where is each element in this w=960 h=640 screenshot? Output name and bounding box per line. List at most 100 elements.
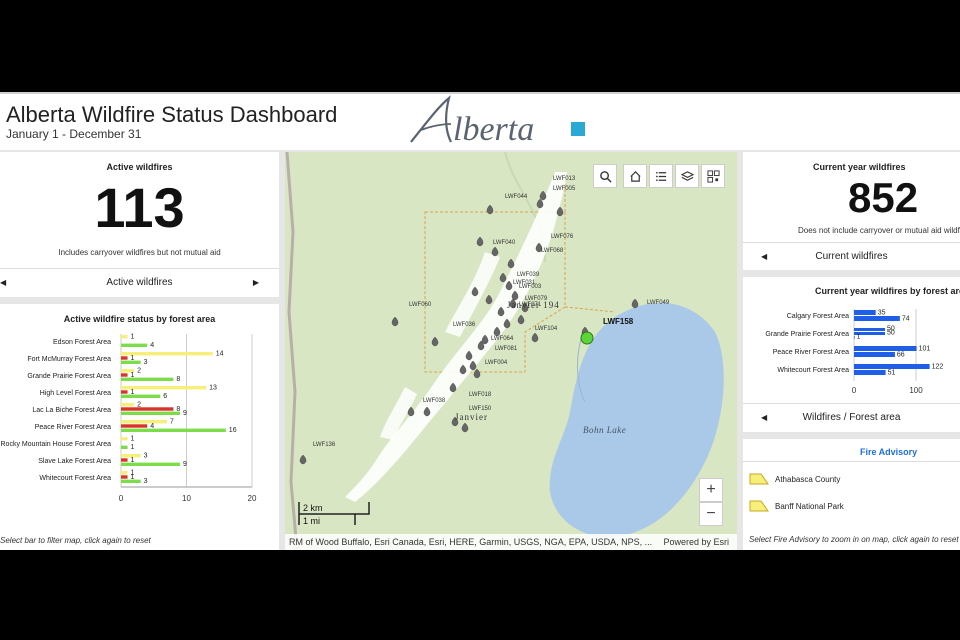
dashboard-header: Alberta Wildfire Status Dashboard Januar… [0,92,960,150]
bar[interactable] [121,373,128,377]
prev-arrow-icon[interactable]: ◀ [761,243,767,270]
bar-value-label: 13 [209,385,217,392]
qr-code-button[interactable] [701,164,725,188]
bar[interactable] [854,370,886,375]
powered-by-esri[interactable]: Powered by Esri [663,534,729,550]
prev-arrow-icon[interactable]: ◀ [0,269,6,297]
bar[interactable] [121,479,141,483]
active-wildfires-nav-label: Active wildfires [106,277,173,288]
bar[interactable] [121,458,128,462]
fire-advisory-footnote: Select Fire Advisory to zoom in on map, … [749,535,960,544]
status-chart[interactable]: 0 10 20Edson Forest Area14Fort McMurray Fo… [0,324,279,534]
bar[interactable] [121,420,167,424]
zoom-in-button[interactable]: + [699,478,723,502]
x-tick-label: 0 [119,494,124,503]
bar[interactable] [121,390,128,394]
fire-label: LWF040 [493,240,516,246]
bar-value-label: 1 [131,334,135,341]
bar[interactable] [121,343,148,347]
category-label: High Level Forest Area [40,390,111,397]
fire-label: LWF039 [517,272,540,278]
svg-text:lberta: lberta [453,111,534,148]
bar[interactable] [121,428,226,432]
current-wildfires-nav[interactable]: ◀ Current wildfires [743,242,960,270]
bar[interactable] [854,352,895,357]
fire-label: LWF018 [469,392,492,398]
category-label: Whitecourt Forest Area [39,475,111,482]
bar-value-label: 74 [902,316,910,323]
scale-mi-label: 1 mi [303,516,320,526]
category-label: Lac La Biche Forest Area [32,407,111,414]
bar[interactable] [121,424,148,428]
category-label: Calgary Forest Area [787,313,849,320]
bar[interactable] [121,471,128,475]
bar[interactable] [854,364,930,369]
fire-label: LWF049 [647,300,670,306]
category-label: Edson Forest Area [53,339,111,346]
bar[interactable] [854,346,917,351]
bar[interactable] [121,377,174,381]
advisory-item-banff-national-park[interactable]: Banff National Park [749,496,844,516]
zoom-out-button[interactable]: − [699,502,723,526]
advisory-item-label: Athabasca County [775,474,841,484]
bar-value-label: 1 [131,444,135,451]
fire-label: LWF036 [453,322,476,328]
active-wildfires-count: 113 [94,176,185,239]
legend-button[interactable] [649,164,673,188]
bar[interactable] [121,352,213,356]
bar[interactable] [121,462,180,466]
fire-label: LWF136 [313,442,336,448]
home-button[interactable] [623,164,647,188]
wildfire-map[interactable]: LWF013 LWF005 LWF044 LWF076 LWF040 LWF068 LWF0… [285,152,737,550]
prev-arrow-icon[interactable]: ◀ [761,404,767,432]
category-label: Rocky Mountain House Forest Area [1,441,112,448]
bar[interactable] [854,336,855,339]
bar[interactable] [121,411,180,415]
bar-value-label: 51 [888,370,896,377]
current-wildfires-panel: Current year wildfires 852 Does not incl… [743,152,960,270]
bar-value-label: 9 [183,410,187,417]
bar[interactable] [121,475,128,479]
map-canvas[interactable]: LWF013 LWF005 LWF044 LWF076 LWF040 LWF068 LWF0… [285,152,737,550]
bar-value-label: 8 [176,376,180,383]
x-tick-label: 0 [852,386,857,395]
forest-chart-nav[interactable]: ◀ Wildfires / Forest area [743,403,960,432]
bar-value-label: 3 [144,359,148,366]
active-wildfires-title: Active wildfires [106,162,173,172]
fire-label: LWF064 [491,336,514,342]
advisory-item-label: Banff National Park [775,501,844,511]
category-label: Peace River Forest Area [35,424,111,431]
active-wildfires-nav[interactable]: ◀ Active wildfires ▶ [0,268,279,297]
forest-chart[interactable]: 0 100 Calgary Forest Area 35 74 Grande Prairi… [743,299,960,399]
bar[interactable] [121,407,174,411]
bar[interactable] [121,394,161,398]
bar[interactable] [121,403,135,407]
fire-label: LWF060 [409,302,432,308]
bar[interactable] [121,445,128,449]
bar[interactable] [121,335,128,339]
layers-button[interactable] [675,164,699,188]
x-tick-label: 100 [909,386,923,395]
fire-label: LWF003 [519,284,542,290]
highlighted-fire-label: LWF158 [603,317,634,326]
category-label: Fort McMurray Forest Area [27,356,111,363]
bar-value-label: 16 [229,427,237,434]
bar[interactable] [854,310,876,315]
current-wildfires-nav-label: Current wildfires [815,251,888,262]
bar[interactable] [854,328,885,331]
fire-label: LWF081 [495,346,518,352]
next-arrow-icon[interactable]: ▶ [253,269,259,297]
advisory-item-athabasca-county[interactable]: Athabasca County [749,469,840,489]
list-icon [655,171,666,181]
town-label-janvier: Janvier [455,412,488,422]
polygon-icon [749,473,769,485]
bar[interactable] [121,356,128,360]
search-icon [599,170,612,183]
bar-value-label: 4 [150,342,154,349]
search-button[interactable] [593,164,617,188]
status-chart-footnote: Select bar to filter map, click again to… [0,536,151,545]
bar[interactable] [121,360,141,364]
bar[interactable] [121,437,128,441]
fire-label: LWF044 [505,194,528,200]
bar[interactable] [854,316,900,321]
